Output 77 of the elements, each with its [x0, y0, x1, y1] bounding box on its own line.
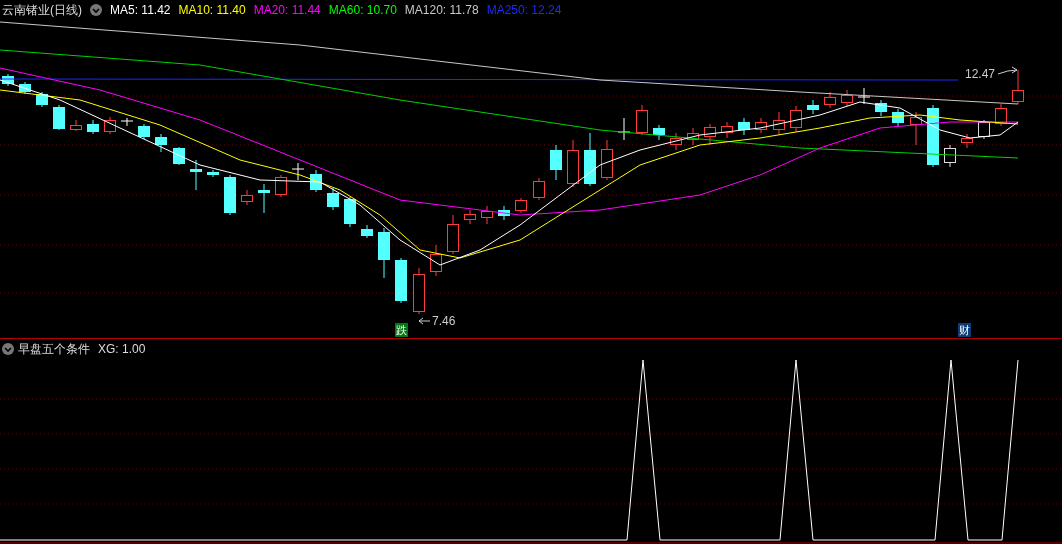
arrow-icon	[418, 317, 431, 325]
indicator-value: XG: 1.00	[98, 341, 146, 358]
candlestick	[584, 132, 596, 187]
indicator-value: MA250: 12.24	[486, 2, 562, 19]
candlestick	[1012, 69, 1024, 105]
candlestick	[155, 133, 167, 153]
candlestick	[961, 133, 973, 149]
candlestick	[533, 177, 545, 201]
arrow-icon	[997, 66, 1018, 75]
candlestick	[447, 214, 459, 255]
chart-title: 云南锗业(日线)	[2, 2, 82, 19]
indicator-value: MA10: 11.40	[178, 2, 246, 19]
candlestick	[361, 224, 373, 239]
candlestick	[53, 104, 65, 131]
candlestick	[430, 244, 442, 277]
candlestick	[670, 132, 682, 151]
candlestick	[944, 144, 956, 168]
candlestick	[258, 183, 270, 214]
indicator-value: MA5: 11.42	[110, 2, 171, 19]
candlestick	[875, 99, 887, 117]
candlestick	[87, 119, 99, 135]
candlestick	[173, 146, 185, 166]
candlestick	[892, 108, 904, 128]
signal-marker: 财	[958, 323, 971, 337]
candlestick	[601, 139, 613, 181]
candlestick	[413, 267, 425, 315]
candlestick	[550, 144, 562, 181]
indicator-value: MA120: 11.78	[404, 2, 479, 19]
indicator-value: MA20: 11.44	[253, 2, 321, 19]
indicator-title: 早盘五个条件	[18, 341, 90, 358]
signal-marker: 跌	[395, 323, 408, 337]
candlestick	[910, 111, 922, 146]
candlestick	[755, 117, 767, 134]
dropdown-icon[interactable]	[90, 4, 102, 16]
candlestick	[636, 104, 648, 136]
candlestick	[275, 174, 287, 198]
dropdown-icon[interactable]	[2, 343, 14, 355]
candlestick	[207, 169, 219, 178]
candlestick	[738, 117, 750, 136]
indicator-value: MA60: 10.70	[328, 2, 397, 19]
candlestick	[841, 89, 853, 107]
candlestick	[978, 119, 990, 140]
candlestick	[721, 121, 733, 139]
candlestick	[773, 111, 785, 136]
candlestick	[790, 105, 802, 133]
candlestick	[617, 117, 631, 141]
candlestick	[327, 187, 339, 211]
candlestick	[464, 209, 476, 225]
candlestick	[224, 174, 236, 216]
price-label: 12.47	[965, 67, 996, 81]
candlestick	[395, 257, 407, 304]
candlestick	[241, 189, 253, 206]
candlestick	[687, 127, 699, 146]
candlestick	[344, 196, 356, 228]
candlestick	[498, 205, 510, 221]
candlestick	[378, 227, 390, 279]
candlestick	[824, 91, 836, 109]
candlestick	[190, 159, 202, 191]
candlestick	[70, 119, 82, 132]
candlestick	[995, 103, 1007, 127]
candlestick	[807, 99, 819, 115]
candlestick	[291, 162, 305, 181]
candlestick	[310, 169, 322, 193]
candlestick	[653, 124, 665, 141]
candlestick	[515, 197, 527, 214]
candlestick	[927, 104, 939, 168]
candlestick	[481, 205, 493, 225]
candlestick	[138, 123, 150, 140]
candlestick	[857, 87, 871, 105]
candlestick	[104, 116, 116, 135]
candlestick	[36, 91, 48, 108]
candlestick	[2, 73, 14, 87]
candlestick	[567, 139, 579, 188]
candlestick	[19, 81, 31, 95]
candlestick	[120, 117, 134, 127]
candlestick	[704, 123, 716, 146]
price-label: 7.46	[432, 314, 456, 328]
